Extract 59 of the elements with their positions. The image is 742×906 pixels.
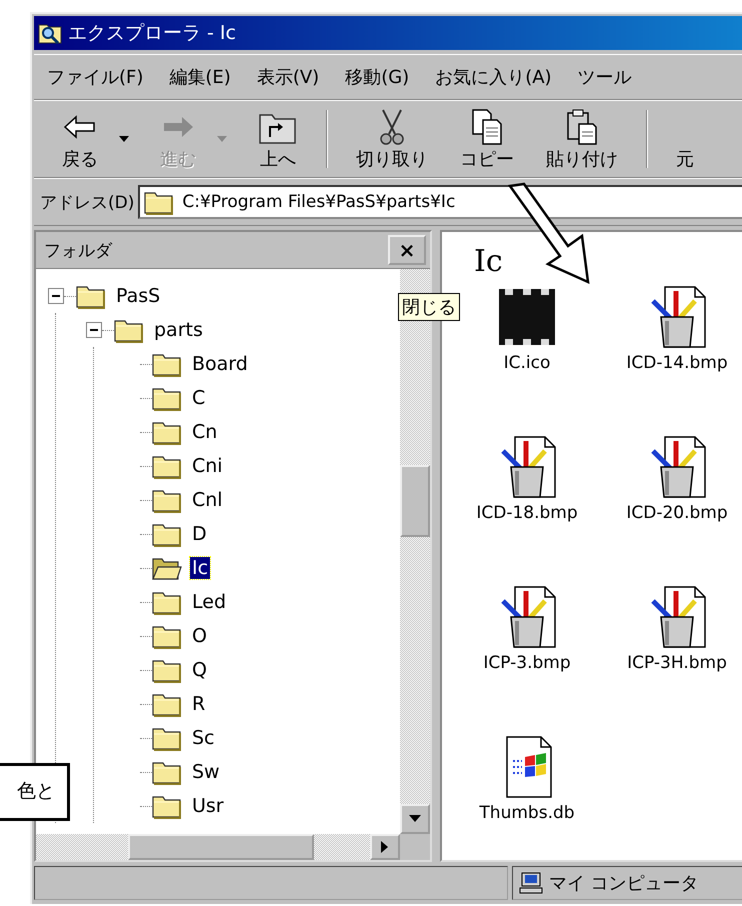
address-label: アドレス(D) (40, 192, 134, 214)
folder-item[interactable]: Ic (190, 557, 210, 579)
scroll-thumb[interactable] (400, 465, 430, 537)
toolbar-button[interactable]: コピー (444, 107, 530, 171)
down-arrow-icon[interactable] (409, 815, 421, 823)
address-field[interactable]: C:¥Program Files¥PasS¥parts¥Ic (138, 185, 742, 219)
toolbar-button[interactable]: 貼り付け (530, 107, 634, 171)
copy-icon (470, 108, 504, 146)
collapse-toggle[interactable] (48, 288, 64, 304)
menu-item[interactable]: ファイル(F) (34, 65, 156, 89)
scroll-thumb[interactable] (128, 834, 314, 860)
toolbar-button[interactable]: 切り取り (340, 107, 444, 171)
folder-item[interactable]: Sc (190, 727, 217, 749)
file-item[interactable]: ICP-3H.bmp (627, 653, 727, 673)
folder-item[interactable]: D (190, 523, 209, 545)
file-item[interactable]: ICD-18.bmp (476, 503, 578, 523)
folder-item[interactable]: Cnl (190, 489, 225, 511)
folder-item[interactable]: Cn (190, 421, 220, 443)
computer-icon (519, 872, 543, 894)
folder-item[interactable]: O (190, 625, 209, 647)
folder-item[interactable]: Sw (190, 761, 222, 783)
file-item[interactable]: ICD-14.bmp (626, 353, 728, 373)
folder-title: Ic (473, 244, 504, 279)
explorer-icon (38, 22, 62, 44)
back-arrow-icon (63, 114, 97, 140)
paste-icon (565, 108, 599, 146)
file-item[interactable]: IC.ico (504, 353, 550, 373)
menu-item[interactable]: 表示(V) (244, 65, 332, 89)
file-item[interactable]: ICP-3.bmp (483, 653, 571, 673)
folder-item[interactable]: Board (190, 353, 250, 375)
scrollbar-corner (400, 834, 430, 860)
window-title: エクスプローラ - Ic (68, 21, 236, 46)
menu-item[interactable]: ツール (564, 65, 645, 89)
folder-item[interactable]: C (190, 387, 208, 409)
forward-arrow-icon (161, 114, 195, 140)
menu-item[interactable]: 編集(E) (156, 65, 244, 89)
folder-item[interactable]: parts (152, 319, 205, 341)
folder-item[interactable]: PasS (114, 285, 162, 307)
status-location: マイ コンピュータ (512, 866, 742, 900)
file-item[interactable]: Thumbs.db (479, 803, 575, 823)
toolbar-button[interactable]: 上へ (242, 107, 314, 171)
toolbar-button[interactable]: 元 (660, 107, 710, 171)
horizontal-scrollbar[interactable] (36, 834, 430, 860)
tooltip: 閉じる (398, 293, 460, 321)
pane-title: フォルダ (43, 240, 112, 262)
folder-item[interactable]: Q (190, 659, 209, 681)
menu-item[interactable]: 移動(G) (332, 65, 422, 89)
folder-item[interactable]: Cni (190, 455, 225, 477)
folder-item[interactable]: Led (190, 591, 228, 613)
menu-item[interactable]: お気に入り(A) (422, 65, 565, 89)
right-arrow-icon[interactable] (381, 841, 389, 853)
folder-item[interactable]: Usr (190, 795, 226, 817)
close-button[interactable]: × (388, 235, 426, 265)
collapse-toggle[interactable] (86, 322, 102, 338)
toolbar-button[interactable]: 戻る (46, 107, 114, 171)
folder-item[interactable]: R (190, 693, 208, 715)
dropdown-arrow-icon[interactable] (118, 135, 130, 143)
callout-box: 色と (0, 763, 70, 821)
file-item[interactable]: ICD-20.bmp (626, 503, 728, 523)
